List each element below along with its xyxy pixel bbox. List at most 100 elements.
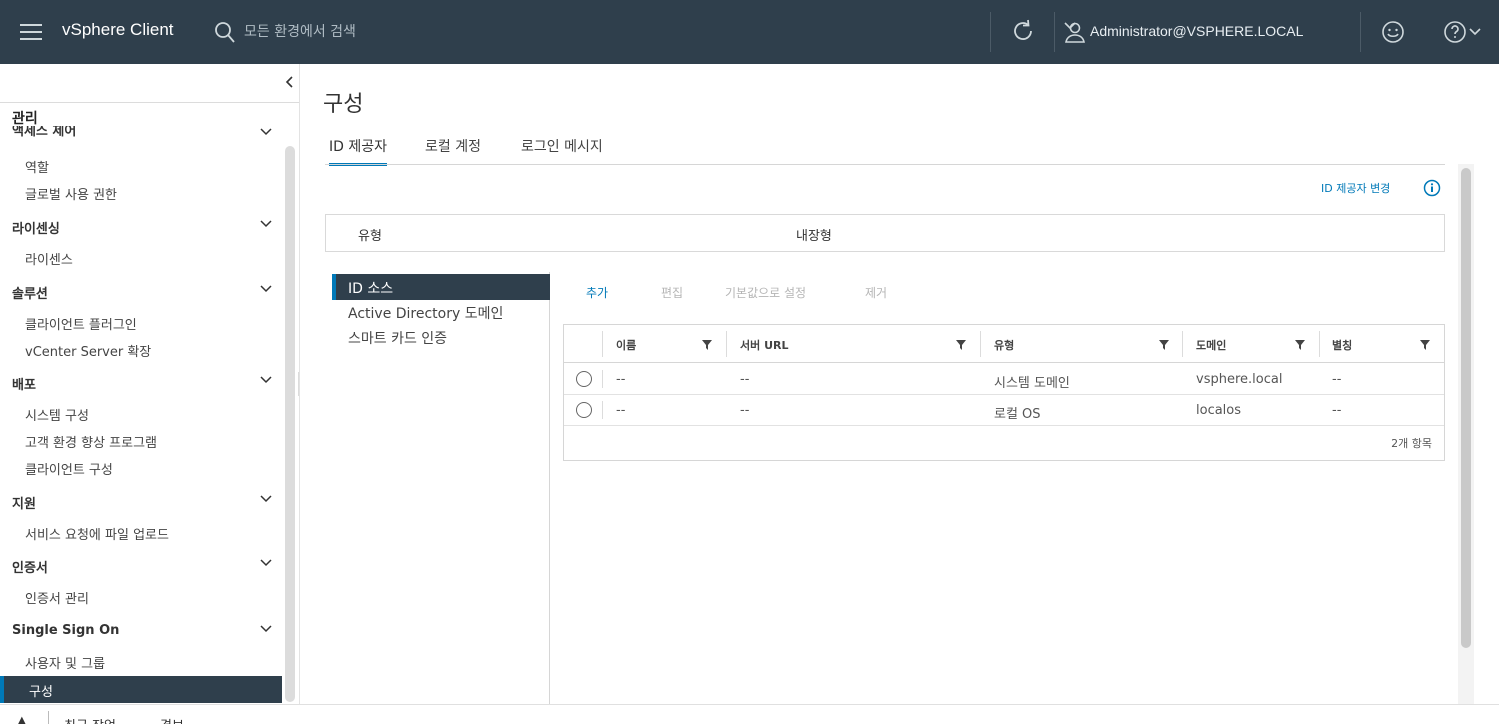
filter-icon[interactable] bbox=[956, 340, 966, 350]
cell-domain: localos bbox=[1196, 403, 1242, 418]
global-search[interactable] bbox=[214, 20, 514, 44]
chevron-down-icon bbox=[260, 495, 272, 503]
change-identity-provider-link[interactable]: ID 제공자 변경 bbox=[1321, 180, 1390, 196]
cell-type: 로컬 OS bbox=[994, 407, 1041, 422]
expand-up-icon[interactable]: ▲ bbox=[18, 715, 26, 724]
column-header-alias[interactable]: 별칭 bbox=[1332, 337, 1352, 353]
sidebar-item-label: 라이센스 bbox=[25, 253, 73, 268]
refresh-icon[interactable] bbox=[1010, 18, 1036, 48]
chevron-down-icon bbox=[260, 559, 272, 567]
filter-icon[interactable] bbox=[1295, 340, 1305, 350]
alarms-tab[interactable]: 경보 bbox=[160, 715, 184, 724]
sidebar-item-client-config[interactable]: 클라이언트 구성 bbox=[0, 454, 282, 481]
sidebar-group-solutions[interactable]: 솔루션 bbox=[12, 283, 272, 302]
header-divider bbox=[1054, 12, 1055, 52]
sidebar-item-client-plugins[interactable]: 클라이언트 플러그인 bbox=[0, 309, 282, 336]
user-name: Administrator@VSPHERE.LOCAL bbox=[1090, 23, 1304, 39]
tab-local-accounts[interactable]: 로컬 계정 bbox=[425, 136, 481, 166]
tab-identity-provider[interactable]: ID 제공자 bbox=[329, 136, 387, 166]
type-label: 유형 bbox=[358, 229, 382, 244]
sidebar-item-label: 클라이언트 플러그인 bbox=[25, 318, 137, 333]
menu-icon[interactable] bbox=[20, 24, 42, 40]
cell-type: 시스템 도메인 bbox=[994, 376, 1070, 391]
sidebar-item-licenses[interactable]: 라이센스 bbox=[0, 244, 282, 271]
search-icon bbox=[215, 22, 235, 43]
sidebar-group-access-control[interactable]: 액세스 제어 bbox=[12, 126, 272, 138]
type-value: 내장형 bbox=[796, 229, 832, 244]
sidebar-group-label: 액세스 제어 bbox=[12, 126, 77, 138]
column-header-server-url[interactable]: 서버 URL bbox=[740, 337, 788, 353]
row-select-radio[interactable] bbox=[576, 402, 592, 418]
resize-handle[interactable] bbox=[298, 372, 299, 396]
top-header: vSphere Client Administrator@VSPHERE.LOC… bbox=[0, 0, 1499, 64]
sidebar-item-global-permissions[interactable]: 글로벌 사용 권한 bbox=[0, 179, 282, 206]
sidebar-item-configuration[interactable]: 구성 bbox=[0, 676, 282, 703]
sidebar-item-label: 글로벌 사용 권한 bbox=[25, 188, 117, 203]
cell-domain: vsphere.local bbox=[1196, 372, 1283, 387]
search-input[interactable] bbox=[244, 22, 504, 42]
sidebar-group-deployment[interactable]: 배포 bbox=[12, 374, 272, 393]
header-divider bbox=[1360, 12, 1361, 52]
sidebar-item-upload-file[interactable]: 서비스 요청에 파일 업로드 bbox=[0, 519, 282, 546]
chevron-down-icon bbox=[1064, 22, 1076, 30]
sidebar-group-support[interactable]: 지원 bbox=[12, 493, 272, 512]
sidebar-group-label: 솔루션 bbox=[12, 287, 48, 302]
sidebar-group-certificates[interactable]: 인증서 bbox=[12, 557, 272, 576]
filter-icon[interactable] bbox=[1420, 340, 1430, 350]
filter-icon[interactable] bbox=[1159, 340, 1169, 350]
vnav-identity-sources[interactable]: ID 소스 bbox=[332, 274, 550, 300]
sidebar-item-label: 서비스 요청에 파일 업로드 bbox=[25, 528, 169, 543]
sidebar-scrollbar[interactable] bbox=[285, 146, 295, 702]
column-separator bbox=[1319, 331, 1320, 357]
sidebar: 관리 액세스 제어 역할 글로벌 사용 권한 라이센싱 라이센스 솔루션 클라이… bbox=[0, 64, 300, 704]
sidebar-item-label: 인증서 관리 bbox=[25, 592, 89, 607]
recent-tasks-tab[interactable]: 최근 작업 bbox=[64, 715, 116, 724]
row-select-radio[interactable] bbox=[576, 371, 592, 387]
remove-button[interactable]: 제거 bbox=[865, 284, 887, 301]
column-header-name[interactable]: 이름 bbox=[616, 337, 636, 353]
sidebar-item-ceip[interactable]: 고객 환경 향상 프로그램 bbox=[0, 427, 282, 454]
sidebar-item-users-groups[interactable]: 사용자 및 그룹 bbox=[0, 648, 282, 675]
feedback-smiley-icon[interactable] bbox=[1381, 20, 1405, 48]
help-icon[interactable] bbox=[1443, 20, 1483, 48]
filter-icon[interactable] bbox=[702, 340, 712, 350]
edit-button[interactable]: 편집 bbox=[661, 284, 683, 301]
sidebar-item-certificate-management[interactable]: 인증서 관리 bbox=[0, 583, 282, 610]
sidebar-item-label: 역할 bbox=[25, 161, 49, 176]
sidebar-group-label: 인증서 bbox=[12, 561, 48, 576]
sidebar-item-roles[interactable]: 역할 bbox=[0, 152, 282, 179]
sidebar-divider bbox=[0, 102, 299, 103]
sidebar-group-sso[interactable]: Single Sign On bbox=[12, 623, 272, 638]
main-scrollbar[interactable] bbox=[1461, 168, 1471, 648]
column-header-domain[interactable]: 도메인 bbox=[1196, 337, 1226, 353]
cell-server-url: -- bbox=[740, 372, 750, 387]
table-row[interactable]: -- -- 시스템 도메인 vsphere.local -- bbox=[564, 364, 1444, 395]
vnav-active-directory[interactable]: Active Directory 도메인 bbox=[332, 299, 550, 325]
column-separator bbox=[980, 331, 981, 357]
app-brand[interactable]: vSphere Client bbox=[62, 20, 174, 40]
vnav-smart-card[interactable]: 스마트 카드 인증 bbox=[332, 324, 550, 350]
sidebar-item-label: 고객 환경 향상 프로그램 bbox=[25, 436, 157, 451]
column-separator bbox=[1182, 331, 1183, 357]
add-button[interactable]: 추가 bbox=[586, 284, 608, 301]
cell-name: -- bbox=[616, 403, 626, 418]
grid-item-count: 2개 항목 bbox=[1391, 437, 1432, 450]
column-separator bbox=[726, 331, 727, 357]
chevron-down-icon bbox=[260, 625, 272, 633]
set-default-button[interactable]: 기본값으로 설정 bbox=[725, 284, 806, 301]
column-separator bbox=[602, 401, 603, 419]
sidebar-group-licensing[interactable]: 라이센싱 bbox=[12, 218, 272, 237]
sidebar-item-vcenter-extensions[interactable]: vCenter Server 확장 bbox=[0, 336, 282, 363]
info-icon[interactable] bbox=[1423, 179, 1441, 201]
column-header-type[interactable]: 유형 bbox=[994, 337, 1014, 353]
collapse-sidebar-icon[interactable] bbox=[284, 74, 296, 93]
chevron-down-icon bbox=[260, 376, 272, 384]
grid-header: 이름 서버 URL 유형 도메인 별칭 bbox=[564, 325, 1444, 363]
tab-login-message[interactable]: 로그인 메시지 bbox=[521, 136, 603, 166]
sidebar-group-label: 라이센싱 bbox=[12, 222, 60, 237]
cell-name: -- bbox=[616, 372, 626, 387]
table-row[interactable]: -- -- 로컬 OS localos -- bbox=[564, 395, 1444, 426]
chevron-down-icon bbox=[260, 220, 272, 228]
sidebar-group-label: 지원 bbox=[12, 497, 36, 512]
sidebar-item-system-config[interactable]: 시스템 구성 bbox=[0, 400, 282, 427]
